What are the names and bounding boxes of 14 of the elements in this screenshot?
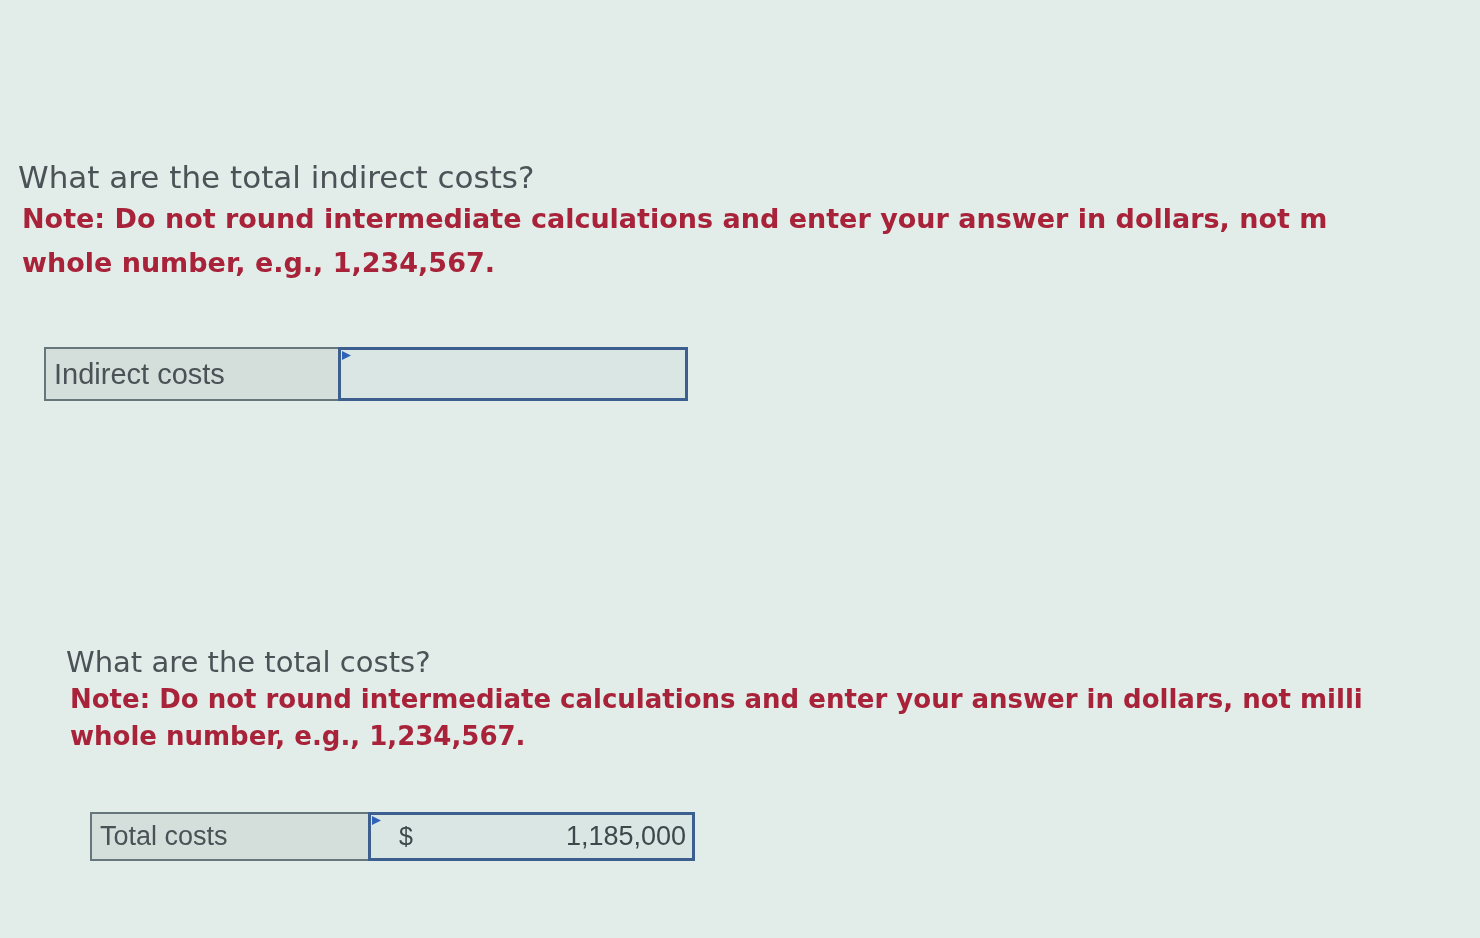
answer-label: Indirect costs [44, 347, 338, 401]
flag-icon [372, 816, 381, 825]
question-text: What are the total indirect costs? [18, 158, 535, 197]
answer-field[interactable]: $ 1,185,000 [368, 812, 695, 861]
question-text: What are the total costs? [66, 644, 431, 681]
answer-field[interactable] [338, 347, 688, 401]
answer-label: Total costs [90, 812, 368, 861]
note-text: Note: Do not round intermediate calculations and enter your answer in dollars, not milli [69, 683, 1363, 716]
currency-symbol: $ [399, 822, 413, 851]
note-text: Note: Do not round intermediate calculations and enter your answer in dollars, not m [21, 202, 1328, 236]
flag-icon [342, 351, 351, 360]
answer-value: 1,185,000 [565, 821, 686, 852]
note-text: whole number, e.g., 1,234,567. [21, 246, 495, 280]
note-text: whole number, e.g., 1,234,567. [69, 720, 526, 753]
